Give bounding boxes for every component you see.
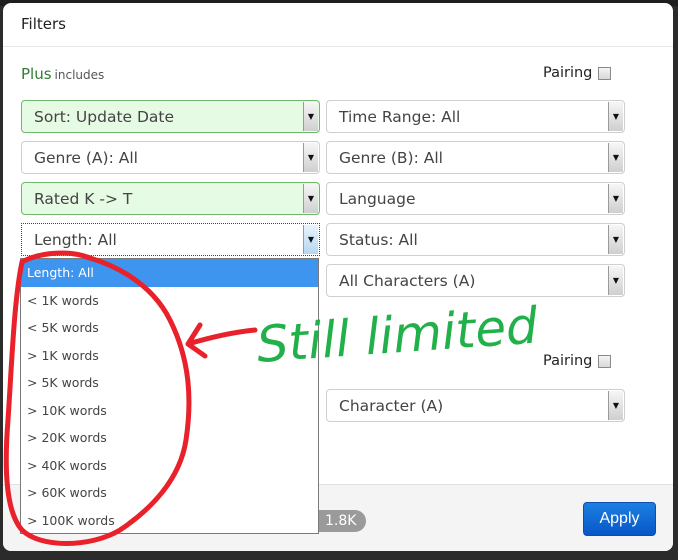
plus-label: Plus: [21, 65, 52, 83]
characters-a-select-value: All Characters (A): [339, 271, 476, 290]
modal-title: Filters: [21, 15, 66, 33]
pairing-toggle-2[interactable]: Pairing: [543, 353, 612, 369]
status-select-value: Status: All: [339, 230, 418, 249]
sort-select[interactable]: Sort: Update Date ▼: [21, 100, 320, 133]
language-select-value: Language: [339, 189, 416, 208]
time-range-select-value: Time Range: All: [339, 107, 461, 126]
modal-header: Filters: [3, 3, 673, 47]
character-a-select-value: Character (A): [339, 396, 444, 415]
length-option[interactable]: > 5K words: [21, 369, 318, 397]
time-range-select[interactable]: Time Range: All ▼: [326, 100, 625, 133]
genre-a-select-value: Genre (A): All: [34, 148, 138, 167]
chevron-down-icon[interactable]: ▼: [608, 143, 623, 172]
pairing-checkbox-2[interactable]: [598, 354, 612, 368]
status-select[interactable]: Status: All ▼: [326, 223, 625, 256]
character-a-select[interactable]: Character (A) ▼: [326, 389, 625, 422]
length-option[interactable]: > 100K words: [21, 507, 318, 535]
plus-sub-label: includes: [54, 68, 105, 82]
chevron-down-icon[interactable]: ▼: [608, 266, 623, 295]
length-option[interactable]: Length: All: [21, 259, 318, 287]
length-option[interactable]: > 10K words: [21, 397, 318, 425]
plus-section-label: Plus includes: [21, 65, 104, 83]
chevron-down-icon[interactable]: ▼: [608, 391, 623, 420]
length-option[interactable]: > 60K words: [21, 479, 318, 507]
apply-button[interactable]: Apply: [583, 502, 656, 536]
length-option[interactable]: < 1K words: [21, 287, 318, 315]
chevron-down-icon[interactable]: ▼: [303, 102, 318, 131]
length-option[interactable]: > 40K words: [21, 452, 318, 480]
genre-b-select-value: Genre (B): All: [339, 148, 443, 167]
chevron-down-icon[interactable]: ▼: [303, 143, 318, 172]
characters-a-select[interactable]: All Characters (A) ▼: [326, 264, 625, 297]
length-select-value: Length: All: [34, 230, 117, 249]
chevron-down-icon[interactable]: ▼: [608, 225, 623, 254]
pairing-label: Pairing: [543, 65, 593, 81]
chevron-down-icon[interactable]: ▼: [608, 102, 623, 131]
length-option[interactable]: > 20K words: [21, 424, 318, 452]
rated-select-value: Rated K -> T: [34, 189, 133, 208]
sort-select-value: Sort: Update Date: [34, 107, 175, 126]
length-select[interactable]: Length: All ▼: [21, 223, 320, 256]
pairing-toggle[interactable]: Pairing: [543, 65, 612, 81]
length-dropdown-list: Length: All < 1K words < 5K words > 1K w…: [20, 258, 319, 534]
length-option[interactable]: > 1K words: [21, 342, 318, 370]
rated-select[interactable]: Rated K -> T ▼: [21, 182, 320, 215]
genre-a-select[interactable]: Genre (A): All ▼: [21, 141, 320, 174]
genre-b-select[interactable]: Genre (B): All ▼: [326, 141, 625, 174]
pairing-label-2: Pairing: [543, 353, 593, 369]
language-select[interactable]: Language ▼: [326, 182, 625, 215]
length-option[interactable]: < 5K words: [21, 314, 318, 342]
chevron-down-icon[interactable]: ▼: [303, 225, 318, 254]
chevron-down-icon[interactable]: ▼: [608, 184, 623, 213]
pairing-checkbox[interactable]: [598, 66, 612, 80]
chevron-down-icon[interactable]: ▼: [303, 184, 318, 213]
